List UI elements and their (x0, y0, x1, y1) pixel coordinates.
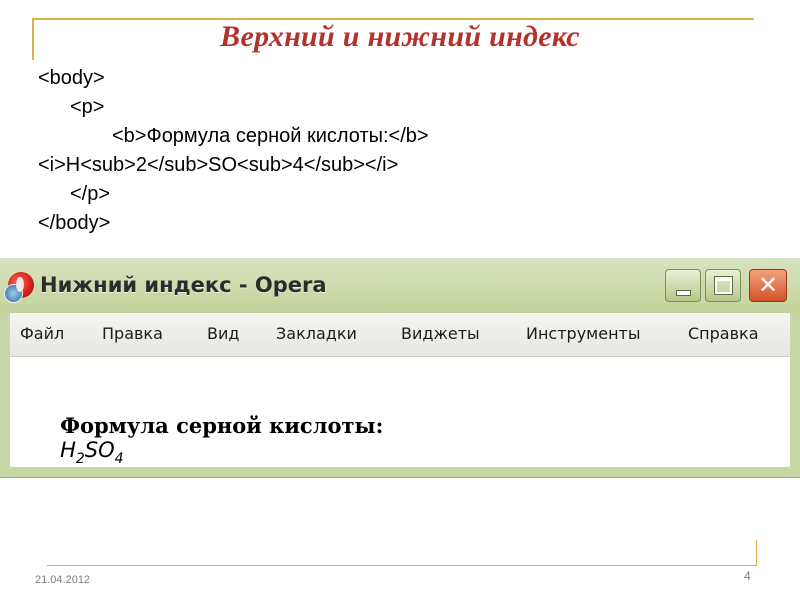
page-content: Формула серной кислоты: H2SO4 (10, 357, 790, 467)
code-sample: <body> <p> <b>Формула серной кислоты:</b… (38, 64, 429, 238)
code-line: <body> (38, 67, 105, 89)
opera-logo-center (16, 277, 24, 292)
code-line: <b>Формула серной кислоты:</b> (112, 125, 429, 147)
code-line: </p> (70, 183, 111, 205)
menu-item-file[interactable]: Файл (20, 324, 64, 343)
menu-bar: Файл Правка Вид Закладки Виджеты Инструм… (10, 313, 790, 357)
minimize-button[interactable] (665, 269, 701, 302)
menu-item-view[interactable]: Вид (207, 324, 239, 343)
code-line: <p> (70, 96, 105, 118)
formula-label: Формула серной кислоты: (60, 413, 384, 438)
menu-item-bookmarks[interactable]: Закладки (276, 324, 357, 343)
close-button[interactable]: ✕ (749, 269, 787, 302)
formula-part: H (60, 438, 76, 462)
formula-line: Формула серной кислоты: H2SO4 (20, 389, 383, 491)
slide-frame-right-line (756, 540, 757, 565)
close-icon: ✕ (757, 271, 779, 299)
browser-window: Нижний индекс - Opera ✕ Файл Правка Вид … (0, 258, 800, 478)
formula-part: SO (84, 438, 115, 462)
opera-logo-icon[interactable] (4, 272, 34, 303)
code-line: <i>H<sub>2</sub>SO<sub>4</sub></i> (38, 154, 399, 176)
menu-item-widgets[interactable]: Виджеты (401, 324, 480, 343)
slide-date: 21.04.2012 (35, 574, 91, 586)
code-line: </body> (38, 212, 111, 234)
slide-page-number: 4 (744, 569, 751, 583)
window-title: Нижний индекс - Opera (40, 273, 327, 297)
slide-title: Верхний и нижний индекс (220, 20, 580, 53)
minimize-icon (677, 291, 690, 295)
formula-subscript: 4 (114, 451, 124, 467)
maximize-icon (715, 277, 732, 294)
maximize-button[interactable] (705, 269, 741, 302)
window-titlebar[interactable]: Нижний индекс - Opera ✕ (0, 258, 800, 313)
menu-item-tools[interactable]: Инструменты (526, 324, 641, 343)
formula-subscript: 2 (75, 451, 85, 467)
sulfuric-acid-formula: H2SO4 (60, 438, 124, 467)
menu-item-edit[interactable]: Правка (102, 324, 163, 343)
menu-item-help[interactable]: Справка (688, 324, 759, 343)
slide-frame-bottom-line (47, 565, 757, 566)
